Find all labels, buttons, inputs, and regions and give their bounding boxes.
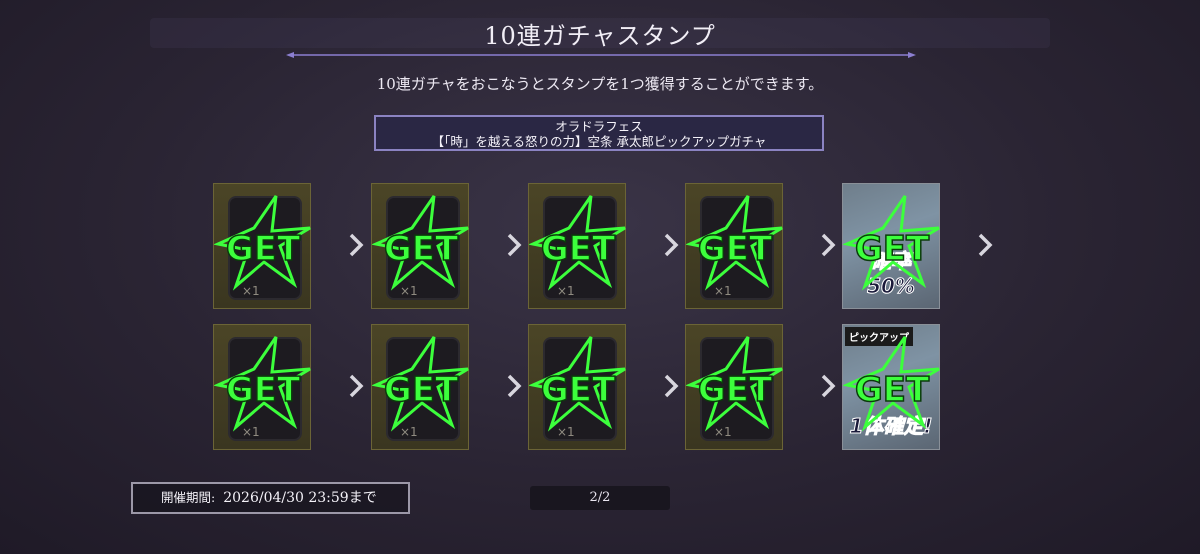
stamp-slot-5-bonus[interactable]: 確率50% GET <box>842 183 940 309</box>
get-label: GET <box>698 370 773 410</box>
get-label: GET <box>226 229 301 269</box>
get-star-icon: GET <box>686 195 783 291</box>
get-label: GET <box>541 229 616 269</box>
get-label: GET <box>226 370 301 410</box>
banner-line-2: 【「時」を越える怒りの力】空条 承太郎ピックアップガチャ <box>431 134 767 149</box>
stamp-slot-9[interactable]: ×1 GET <box>685 324 783 450</box>
banner-line-1: オラドラフェス <box>555 119 643 134</box>
stamp-slot-3[interactable]: ×1 GET <box>528 183 626 309</box>
chevron-right-icon <box>821 374 836 398</box>
get-label: GET <box>384 370 459 410</box>
get-star-icon: GET <box>214 336 311 432</box>
chevron-right-icon <box>664 374 679 398</box>
get-star-icon: GET <box>529 195 626 291</box>
stamp-slot-10-bonus[interactable]: ピックアップ 1体確定! GET <box>842 324 940 450</box>
get-star-icon: GET <box>686 336 783 432</box>
chevron-right-icon <box>349 233 364 257</box>
chevron-right-icon <box>821 233 836 257</box>
get-star-icon: GET <box>843 195 940 291</box>
get-star-icon: GET <box>529 336 626 432</box>
event-period-value: 2026/04/30 23:59まで <box>223 490 377 506</box>
chevron-right-icon <box>507 374 522 398</box>
chevron-right-icon <box>664 233 679 257</box>
chevron-right-icon <box>978 233 993 257</box>
stamp-slot-8[interactable]: ×1 GET <box>528 324 626 450</box>
get-label: GET <box>855 370 930 410</box>
get-star-icon: GET <box>372 336 469 432</box>
title-divider <box>286 52 916 58</box>
get-star-icon: GET <box>214 195 311 291</box>
event-period: 開催期間: 2026/04/30 23:59まで <box>131 482 410 514</box>
page-title: 10連ガチャスタンプ <box>484 22 716 50</box>
chevron-right-icon <box>349 374 364 398</box>
stamp-slot-4[interactable]: ×1 GET <box>685 183 783 309</box>
event-period-label: 開催期間: <box>161 490 216 505</box>
stamp-slot-7[interactable]: ×1 GET <box>371 324 469 450</box>
stamp-description: 10連ガチャをおこなうとスタンプを1つ獲得することができます。 <box>376 75 824 93</box>
stamp-slot-6[interactable]: ×1 GET <box>213 324 311 450</box>
get-label: GET <box>541 370 616 410</box>
get-star-icon: GET <box>843 336 940 432</box>
get-label: GET <box>698 229 773 269</box>
get-label: GET <box>384 229 459 269</box>
stamp-slot-2[interactable]: ×1 GET <box>371 183 469 309</box>
chevron-right-icon <box>507 233 522 257</box>
page-indicator: 2/2 <box>530 486 670 510</box>
get-star-icon: GET <box>372 195 469 291</box>
stamp-slot-1[interactable]: ×1 GET <box>213 183 311 309</box>
gacha-banner[interactable]: オラドラフェス 【「時」を越える怒りの力】空条 承太郎ピックアップガチャ <box>374 115 824 151</box>
get-label: GET <box>855 229 930 269</box>
